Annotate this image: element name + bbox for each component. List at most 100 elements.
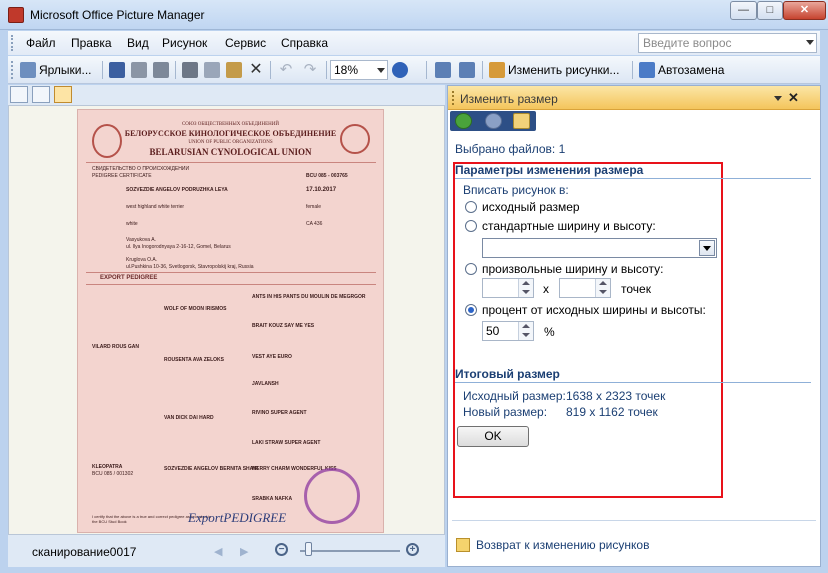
scissors-icon [182,62,198,78]
forward-arrow-icon[interactable] [485,113,502,129]
doc-divider [86,272,376,273]
delete-icon: ✕ [249,61,263,78]
toolbar-grip[interactable] [11,35,14,51]
original-size-value: 1638 x 2323 точек [566,389,666,403]
radio-standard-size-label[interactable]: стандартные ширину и высоту: [482,219,656,233]
radio-original-size[interactable] [465,201,477,213]
help-icon [392,62,408,78]
doc-dam-dam: KLEOPATRA [92,464,123,470]
back-to-edit-link[interactable]: Возврат к изменению рисунков [456,538,649,552]
doc-sex: female [306,204,322,210]
zoom-in-icon[interactable]: + [406,543,419,556]
autocorrect-button[interactable]: Автозамена [639,59,724,81]
copy-button[interactable] [204,59,220,81]
zoom-slider-track[interactable] [300,550,400,552]
menu-tools[interactable]: Сервис [225,36,266,50]
back-arrow-icon[interactable] [455,113,472,129]
doc-cert-en: PEDIGREE CERTIFICATE [92,173,152,179]
paste-icon [226,62,242,78]
thumbnail-view-icon[interactable] [10,86,28,103]
spinner-arrows-icon[interactable] [518,322,533,340]
chevron-down-icon[interactable] [774,96,782,101]
doc-color: white [126,221,138,227]
print-button[interactable] [131,59,147,81]
maximize-button[interactable]: □ [757,1,783,20]
doc-sire: WOLF OF MOON IRISMOS [164,306,227,312]
doc-birth-date: 17.10.2017 [306,187,337,193]
doc-owner: Kruglova O.A. [126,257,158,263]
doc-ancestor: JAVLANSH [252,381,279,387]
doc-export-label: EXPORT PEDIGREE [100,275,158,281]
help-button[interactable] [392,59,408,81]
minimize-button[interactable]: — [730,1,757,20]
edit-pictures-button[interactable]: Изменить рисунки... [489,59,619,81]
print-icon [131,62,147,78]
toolbar-grip[interactable] [11,61,14,79]
picture-manager-icon [8,7,24,23]
menu-view[interactable]: Вид [127,36,149,50]
ask-question-input[interactable]: Введите вопрос [638,33,817,53]
autocorrect-label: Автозамена [658,63,725,77]
doc-tattoo: CA 436 [306,221,323,227]
back-to-edit-label: Возврат к изменению рисунков [476,538,650,552]
menu-help[interactable]: Справка [281,36,328,50]
filmstrip-view-icon[interactable] [32,86,50,103]
spinner-arrows-icon[interactable] [518,279,533,297]
zoom-select[interactable]: 18% [330,60,388,80]
pane-grip[interactable] [452,91,455,105]
toolbar-separator [175,61,176,79]
resize-task-pane: Изменить размер ✕ Выбрано файлов: 1 Пара… [447,85,821,567]
close-button[interactable]: ✕ [783,1,826,20]
rotate-right-icon [459,62,475,78]
shortcuts-icon [20,62,36,78]
undo-button[interactable]: ↶ [278,59,294,81]
radio-original-size-label[interactable]: исходный размер [482,200,580,214]
menu-picture[interactable]: Рисунок [162,36,207,50]
percent-input[interactable]: 50 [482,321,534,341]
single-picture-view-icon[interactable] [54,86,72,103]
radio-standard-size[interactable] [465,220,477,232]
menu-edit[interactable]: Правка [71,36,112,50]
close-pane-icon[interactable]: ✕ [788,90,799,106]
spinner-arrows-icon[interactable] [595,279,610,297]
doc-header-en-small: UNION OF PUBLIC ORGANIZATIONS [188,140,273,145]
status-bar: сканирование0017 ◀ ▶ − + [8,535,445,567]
menu-file[interactable]: Файл [26,36,56,50]
chevron-down-icon[interactable] [699,240,715,256]
previous-picture-icon[interactable]: ◀ [214,545,222,558]
zoom-slider-thumb[interactable] [305,542,312,556]
zoom-out-icon[interactable]: − [275,543,288,556]
rotate-left-button[interactable] [435,59,451,81]
cut-button[interactable] [182,59,198,81]
radio-custom-size-label[interactable]: произвольные ширину и высоту: [482,262,663,276]
custom-width-input[interactable] [482,278,534,298]
custom-height-input[interactable] [559,278,611,298]
title-bar: Microsoft Office Picture Manager — □ ✕ [0,0,828,30]
doc-header-ru: БЕЛОРУССКОЕ КИНОЛОГИЧЕСКОЕ ОБЪЕДИНЕНИЕ [124,129,337,138]
save-button[interactable] [109,59,125,81]
home-icon[interactable] [513,113,530,129]
rotate-right-button[interactable] [459,59,475,81]
doc-divider [86,284,376,285]
shortcuts-button[interactable]: Ярлыки... [20,59,92,81]
radio-custom-size[interactable] [465,263,477,275]
standard-size-select[interactable] [482,238,717,258]
view-mode-bar [8,85,445,105]
next-picture-icon[interactable]: ▶ [240,545,248,558]
chevron-down-icon[interactable] [806,40,814,45]
chevron-down-icon[interactable] [377,68,385,73]
doc-reg-no: BCU 085 - 003765 [306,173,348,179]
email-button[interactable] [153,59,169,81]
autocorrect-icon [639,62,655,78]
radio-percent-size-label[interactable]: процент от исходных ширины и высоты: [482,303,706,317]
radio-percent-size[interactable] [465,304,477,316]
picture-viewer[interactable]: СОЮЗ ОБЩЕСТВЕННЫХ ОБЪЕДИНЕНИЙ БЕЛОРУССКО… [8,105,445,535]
original-size-label: Исходный размер: [463,389,566,403]
redo-button[interactable]: ↷ [302,59,318,81]
ask-question-placeholder: Введите вопрос [643,36,732,50]
doc-dam: VAN DICK DAI HARD [164,415,214,421]
ok-button[interactable]: OK [457,426,529,447]
delete-button[interactable]: ✕ [248,59,264,81]
doc-signature: ExportPEDIGREE [188,510,287,525]
paste-button[interactable] [226,59,242,81]
